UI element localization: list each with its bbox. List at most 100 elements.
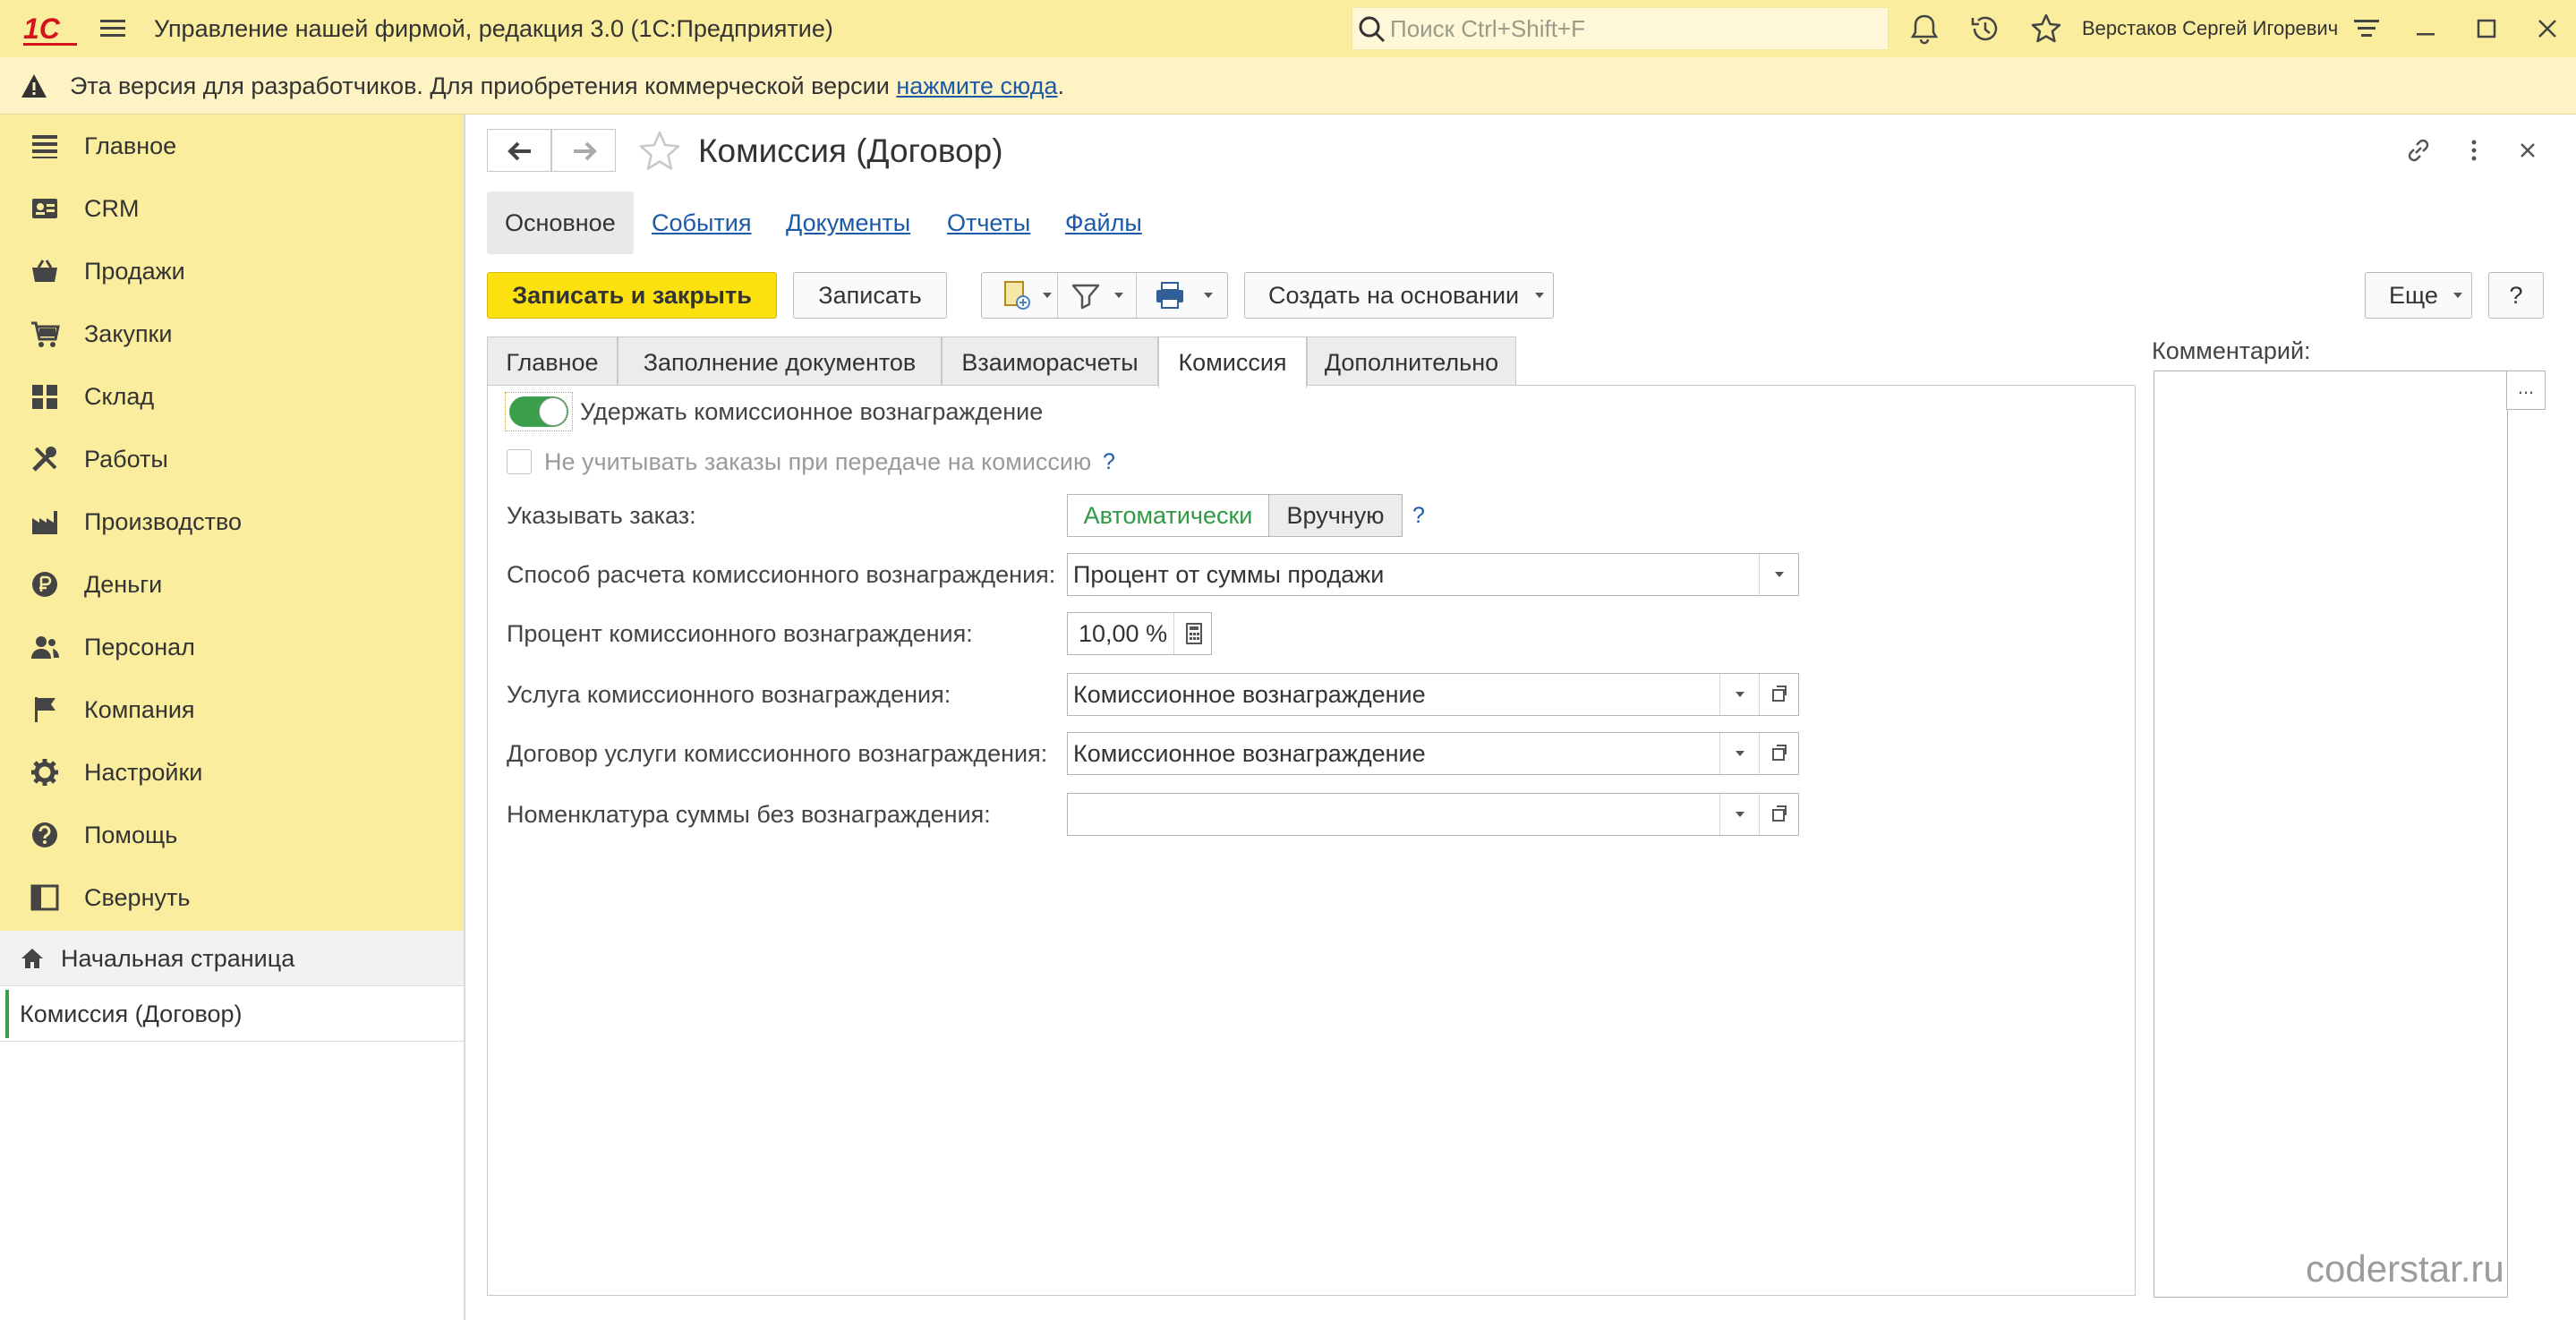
section-label: Склад: [84, 383, 155, 410]
section-help[interactable]: Помощь: [0, 804, 464, 866]
save-and-close-button[interactable]: Записать и закрыть: [487, 272, 777, 319]
forward-button[interactable]: [551, 129, 616, 172]
chevron-down-icon[interactable]: [1719, 674, 1759, 715]
withhold-commission-toggle[interactable]: [505, 392, 573, 431]
section-warehouse[interactable]: Склад: [0, 365, 464, 428]
calc-method-select[interactable]: Процент от суммы продажи: [1067, 553, 1799, 596]
document-plus-icon: [1004, 281, 1030, 310]
arrow-right-icon: [574, 141, 597, 161]
tab-documents[interactable]: Документы: [786, 192, 910, 254]
settings-menu-icon[interactable]: [2349, 11, 2384, 47]
document-title: Комиссия (Договор): [698, 132, 1003, 169]
calculator-icon[interactable]: [1173, 613, 1213, 654]
link-icon[interactable]: [2402, 134, 2435, 166]
section-works[interactable]: Работы: [0, 428, 464, 490]
tab-files[interactable]: Файлы: [1065, 192, 1142, 254]
tab-main[interactable]: Основное: [487, 192, 634, 254]
arrow-left-icon: [508, 141, 531, 161]
nomenclature-label: Номенклатура суммы без вознаграждения:: [507, 801, 991, 828]
service-label: Услуга комиссионного вознаграждения:: [507, 681, 951, 708]
form-tab-settlements[interactable]: Взаиморасчеты: [942, 336, 1158, 387]
chevron-down-icon[interactable]: [1719, 794, 1759, 835]
open-item-icon[interactable]: [1759, 794, 1798, 835]
buy-link[interactable]: нажмите сюда: [896, 72, 1057, 99]
section-label: Деньги: [84, 571, 163, 598]
open-window-current[interactable]: Комиссия (Договор): [0, 986, 464, 1042]
people-icon: [29, 631, 61, 663]
form-tab-doc-filling[interactable]: Заполнение документов: [618, 336, 942, 387]
close-form-icon[interactable]: [2512, 134, 2544, 166]
specify-order-manual-option[interactable]: Вручную: [1268, 494, 1403, 537]
section-production[interactable]: Производство: [0, 490, 464, 553]
section-label: Работы: [84, 446, 168, 473]
more-vertical-icon[interactable]: [2458, 134, 2490, 166]
contract-select[interactable]: Комиссионное вознаграждение: [1067, 732, 1799, 775]
attach-document-button[interactable]: [991, 273, 1057, 318]
form-tab-main[interactable]: Главное: [487, 336, 618, 387]
back-button[interactable]: [487, 129, 551, 172]
section-label: Главное: [84, 132, 177, 159]
comment-open-button[interactable]: ...: [2506, 370, 2546, 410]
comment-textarea[interactable]: [2154, 370, 2508, 1298]
calc-method-label: Способ расчета комиссионного вознагражде…: [507, 561, 1056, 588]
section-purchases[interactable]: Закупки: [0, 302, 464, 365]
section-staff[interactable]: Персонал: [0, 616, 464, 678]
open-item-icon[interactable]: [1759, 733, 1798, 774]
global-search-input[interactable]: Поиск Ctrl+Shift+F: [1352, 7, 1889, 50]
maximize-icon[interactable]: [2469, 11, 2504, 47]
ignore-orders-label: Не учитывать заказы при передаче на коми…: [544, 448, 1092, 475]
tab-reports[interactable]: Отчеты: [947, 192, 1030, 254]
add-to-favorites-icon[interactable]: [635, 127, 684, 175]
warning-icon: [20, 72, 48, 100]
close-window-icon[interactable]: [2529, 11, 2565, 47]
section-sales[interactable]: Продажи: [0, 240, 464, 302]
ignore-orders-help[interactable]: ?: [1103, 446, 1115, 478]
specify-order-help[interactable]: ?: [1412, 499, 1425, 532]
chevron-down-icon[interactable]: [1719, 733, 1759, 774]
favorites-star-icon[interactable]: [2028, 11, 2064, 47]
main-menu-icon[interactable]: [97, 14, 129, 43]
chevron-down-icon[interactable]: [1759, 554, 1798, 595]
print-button[interactable]: [1138, 273, 1227, 318]
watermark: coderstar.ru: [2306, 1248, 2504, 1290]
collapse-panel-icon: [29, 881, 61, 914]
ignore-orders-checkbox[interactable]: [507, 449, 532, 474]
filter-button[interactable]: [1059, 273, 1136, 318]
more-button[interactable]: Еще: [2365, 272, 2472, 319]
open-window-home[interactable]: Начальная страница: [0, 931, 464, 986]
comment-label: Комментарий:: [2152, 337, 2311, 364]
section-crm[interactable]: CRM: [0, 177, 464, 240]
contact-card-icon: [29, 192, 61, 225]
1c-logo[interactable]: 1С: [23, 13, 77, 46]
gear-icon: [29, 756, 61, 788]
factory-icon: [29, 506, 61, 538]
section-settings[interactable]: Настройки: [0, 741, 464, 804]
ruble-coin-icon: [29, 568, 61, 600]
active-window-marker: [5, 990, 9, 1038]
service-select[interactable]: Комиссионное вознаграждение: [1067, 673, 1799, 716]
nomenclature-select[interactable]: [1067, 793, 1799, 836]
create-based-on-label: Создать на основании: [1268, 282, 1520, 309]
section-company[interactable]: Компания: [0, 678, 464, 741]
bell-icon[interactable]: [1906, 11, 1942, 47]
tab-events[interactable]: События: [652, 192, 751, 254]
create-based-on-button[interactable]: Создать на основании: [1244, 272, 1554, 319]
banner-text: Эта версия для разработчиков. Для приобр…: [70, 72, 897, 99]
section-collapse[interactable]: Свернуть: [0, 866, 464, 929]
section-main[interactable]: Главное: [0, 115, 464, 177]
form-tab-additional[interactable]: Дополнительно: [1307, 336, 1516, 387]
history-icon[interactable]: [1967, 11, 2003, 47]
filter-icon: [1071, 284, 1100, 310]
specify-order-auto-option[interactable]: Автоматически: [1067, 494, 1269, 537]
percent-input[interactable]: 10,00 %: [1067, 612, 1212, 655]
current-user[interactable]: Верстаков Сергей Игоревич: [2082, 13, 2338, 45]
form-tab-commission[interactable]: Комиссия: [1158, 336, 1307, 388]
banner-message: Эта версия для разработчиков. Для приобр…: [70, 57, 1064, 115]
help-button[interactable]: ?: [2488, 272, 2544, 319]
cart-icon: [29, 318, 61, 350]
open-item-icon[interactable]: [1759, 674, 1798, 715]
percent-value: 10,00 %: [1079, 620, 1168, 647]
section-money[interactable]: Деньги: [0, 553, 464, 616]
save-button[interactable]: Записать: [793, 272, 947, 319]
minimize-icon[interactable]: [2408, 11, 2444, 47]
